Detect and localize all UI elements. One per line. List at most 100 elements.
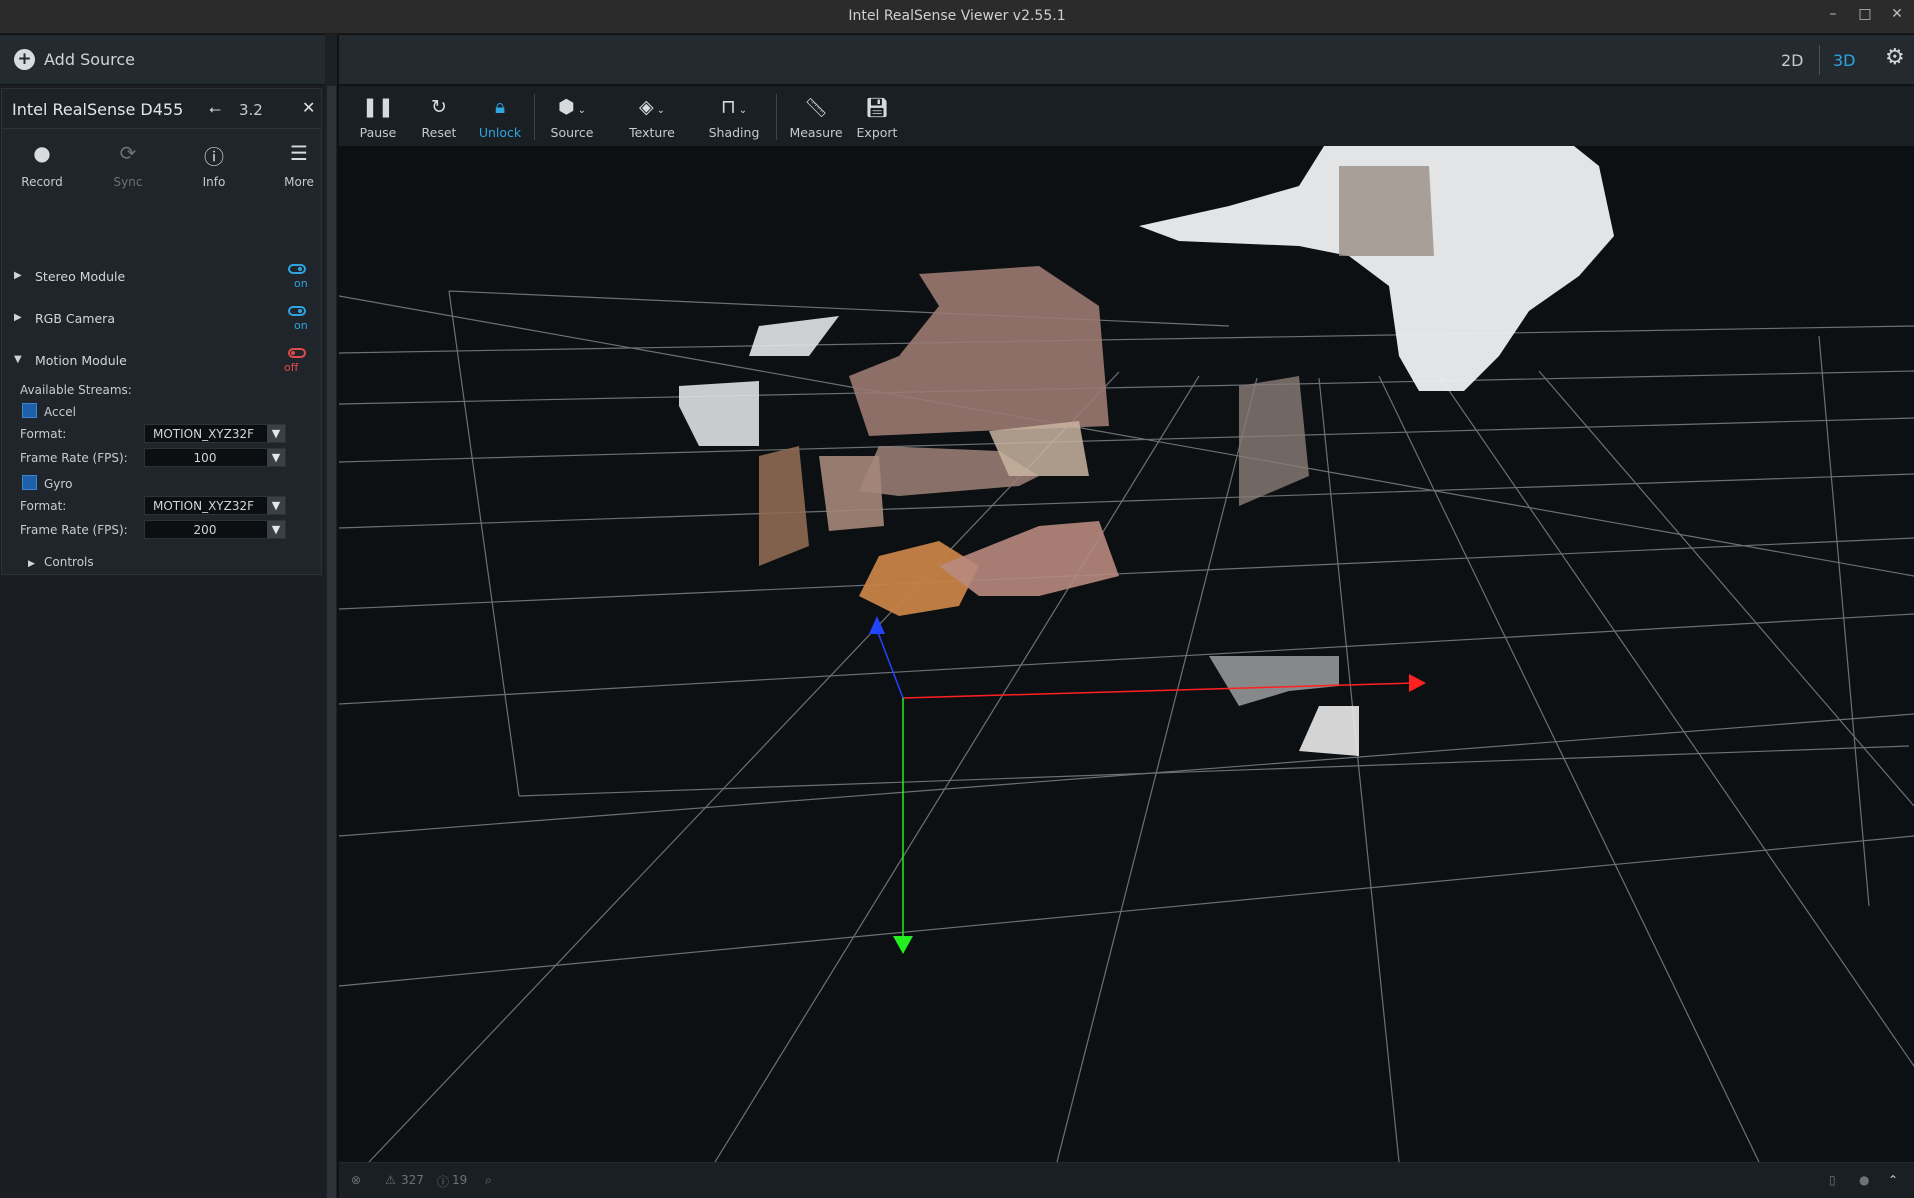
cube-icon: ⬢ ⌄ — [558, 96, 586, 118]
save-icon: 💾︎ — [864, 97, 890, 119]
accel-format-value: MOTION_XYZ32F — [153, 427, 255, 441]
record-label: Record — [21, 175, 63, 189]
maximize-icon[interactable]: □ — [1855, 6, 1875, 22]
module-toggle[interactable] — [288, 348, 306, 358]
pause-icon: ❚❚ — [362, 96, 394, 118]
accel-fps-select[interactable]: 100 ▼ — [144, 448, 286, 467]
accel-format-select[interactable]: MOTION_XYZ32F ▼ — [144, 424, 286, 443]
lock-icon: 🔒︎ — [494, 96, 506, 118]
device-panel: Intel RealSense D455 ⭠ 3.2 ✕ ● Record ⟳ … — [1, 88, 322, 575]
record-icon: ● — [33, 141, 51, 165]
title-bar: Intel RealSense Viewer v2.55.1 – □ ✕ — [0, 0, 1914, 34]
add-source-label: Add Source — [44, 50, 136, 69]
more-button[interactable]: ☰ More — [264, 141, 334, 189]
more-label: More — [284, 175, 314, 189]
module-state: on — [294, 319, 308, 332]
measure-button[interactable]: 📏︎ Measure — [783, 96, 849, 140]
available-streams-label: Available Streams: — [20, 383, 132, 397]
accel-fps-label: Frame Rate (FPS): — [20, 451, 128, 465]
sync-label: Sync — [113, 175, 143, 189]
close-device-icon[interactable]: ✕ — [302, 98, 315, 117]
window-title: Intel RealSense Viewer v2.55.1 — [848, 8, 1066, 24]
module-stereo[interactable]: ▶ Stereo Module on — [2, 264, 321, 294]
paint-roller-icon: ⊓ ⌄ — [720, 96, 748, 118]
toolbar-divider — [534, 94, 535, 140]
gyro-fps-value: 200 — [193, 523, 217, 537]
point-cloud-points — [679, 146, 1614, 756]
module-name: RGB Camera — [35, 311, 115, 326]
module-name: Stereo Module — [35, 269, 126, 284]
accel-checkbox[interactable] — [22, 403, 37, 418]
gyro-format-value: MOTION_XYZ32F — [153, 499, 255, 513]
warning-count: 327 — [401, 1173, 424, 1187]
dropdown-arrow-icon: ▼ — [267, 497, 285, 514]
texture-label: Texture — [629, 125, 675, 140]
pause-button[interactable]: ❚❚ Pause — [353, 96, 403, 140]
dropdown-arrow-icon: ▼ — [267, 521, 285, 538]
gyro-format-label: Format: — [20, 499, 67, 513]
export-label: Export — [856, 125, 898, 140]
info-icon: ⓘ — [204, 145, 224, 169]
gyro-fps-select[interactable]: 200 ▼ — [144, 520, 286, 539]
view-3d-button[interactable]: 3D — [1833, 51, 1856, 70]
gyro-format-select[interactable]: MOTION_XYZ32F ▼ — [144, 496, 286, 515]
source-button[interactable]: ⬢ ⌄ Source — [539, 96, 605, 140]
info-button[interactable]: ⓘ Info — [179, 141, 249, 189]
warning-icon: ⚠ — [385, 1173, 396, 1187]
controls-label: Controls — [44, 555, 94, 569]
point-cloud-canvas[interactable] — [339, 146, 1914, 1162]
module-toggle[interactable] — [288, 306, 306, 316]
status-bar: ⊗ ⚠ 327 ⓘ 19 ⌕ ▯ ● ⌃ — [339, 1162, 1914, 1198]
divider — [1819, 45, 1820, 75]
gyro-checkbox[interactable] — [22, 475, 37, 490]
scrollbar[interactable] — [327, 86, 336, 1198]
accel-format-label: Format: — [20, 427, 67, 441]
gyro-fps-label: Frame Rate (FPS): — [20, 523, 128, 537]
record-button[interactable]: ● Record — [7, 141, 77, 189]
device-header: Intel RealSense D455 ⭠ 3.2 ✕ — [2, 89, 321, 129]
panel-splitter[interactable] — [325, 34, 337, 1198]
expand-arrow-icon: ▶ — [28, 559, 35, 569]
module-rgb-camera[interactable]: ▶ RGB Camera on — [2, 306, 321, 336]
close-window-icon[interactable]: ✕ — [1887, 6, 1907, 22]
search-icon[interactable]: ⌕ — [485, 1173, 492, 1188]
module-state: off — [284, 361, 299, 374]
dropdown-arrow-icon: ▼ — [267, 425, 285, 442]
controls-toggle[interactable]: ▶ Controls — [28, 551, 94, 570]
clear-icon[interactable]: ⊗ — [351, 1173, 361, 1187]
reset-button[interactable]: ↻ Reset — [414, 96, 464, 140]
coordinate-axes — [869, 616, 1426, 954]
add-source-button[interactable]: + Add Source — [0, 35, 337, 85]
toolbar-divider — [776, 94, 777, 140]
module-motion[interactable]: ▼ Motion Module off — [2, 348, 321, 378]
sync-button[interactable]: ⟳ Sync — [93, 141, 163, 189]
unlock-button[interactable]: 🔒︎ Unlock — [473, 96, 527, 140]
reset-label: Reset — [421, 125, 457, 140]
export-button[interactable]: 💾︎ Export — [852, 96, 902, 140]
minimize-icon[interactable]: – — [1823, 6, 1843, 22]
accel-fps-value: 100 — [193, 451, 217, 465]
view-2d-button[interactable]: 2D — [1781, 51, 1804, 70]
toolbar: ❚❚ Pause ↻ Reset 🔒︎ Unlock ⬢ ⌄ Source ◈ ⌄ … — [339, 86, 1914, 146]
module-state: on — [294, 277, 308, 290]
paint-bucket-icon: ◈ ⌄ — [638, 96, 665, 118]
measure-label: Measure — [789, 125, 843, 140]
shading-label: Shading — [708, 125, 760, 140]
chevron-up-icon[interactable]: ⌃ — [1888, 1173, 1898, 1187]
point-cloud-viewport[interactable] — [339, 146, 1914, 1162]
expand-arrow-icon: ▶ — [14, 312, 22, 323]
usb-icon: ⭠ — [209, 100, 222, 118]
module-toggle[interactable] — [288, 264, 306, 274]
chevron-down-icon: ⌄ — [577, 105, 586, 116]
shading-button[interactable]: ⊓ ⌄ Shading — [699, 96, 769, 140]
pause-label: Pause — [359, 125, 397, 140]
unlock-label: Unlock — [478, 125, 522, 140]
dropdown-arrow-icon: ▼ — [267, 449, 285, 466]
texture-button[interactable]: ◈ ⌄ Texture — [619, 96, 685, 140]
info-label: Info — [202, 175, 226, 189]
device-name: Intel RealSense D455 — [12, 100, 184, 119]
sync-icon: ⟳ — [119, 141, 137, 165]
accel-label: Accel — [44, 405, 76, 419]
gear-icon[interactable]: ⚙ — [1885, 45, 1905, 70]
usb-version: 3.2 — [239, 101, 263, 119]
